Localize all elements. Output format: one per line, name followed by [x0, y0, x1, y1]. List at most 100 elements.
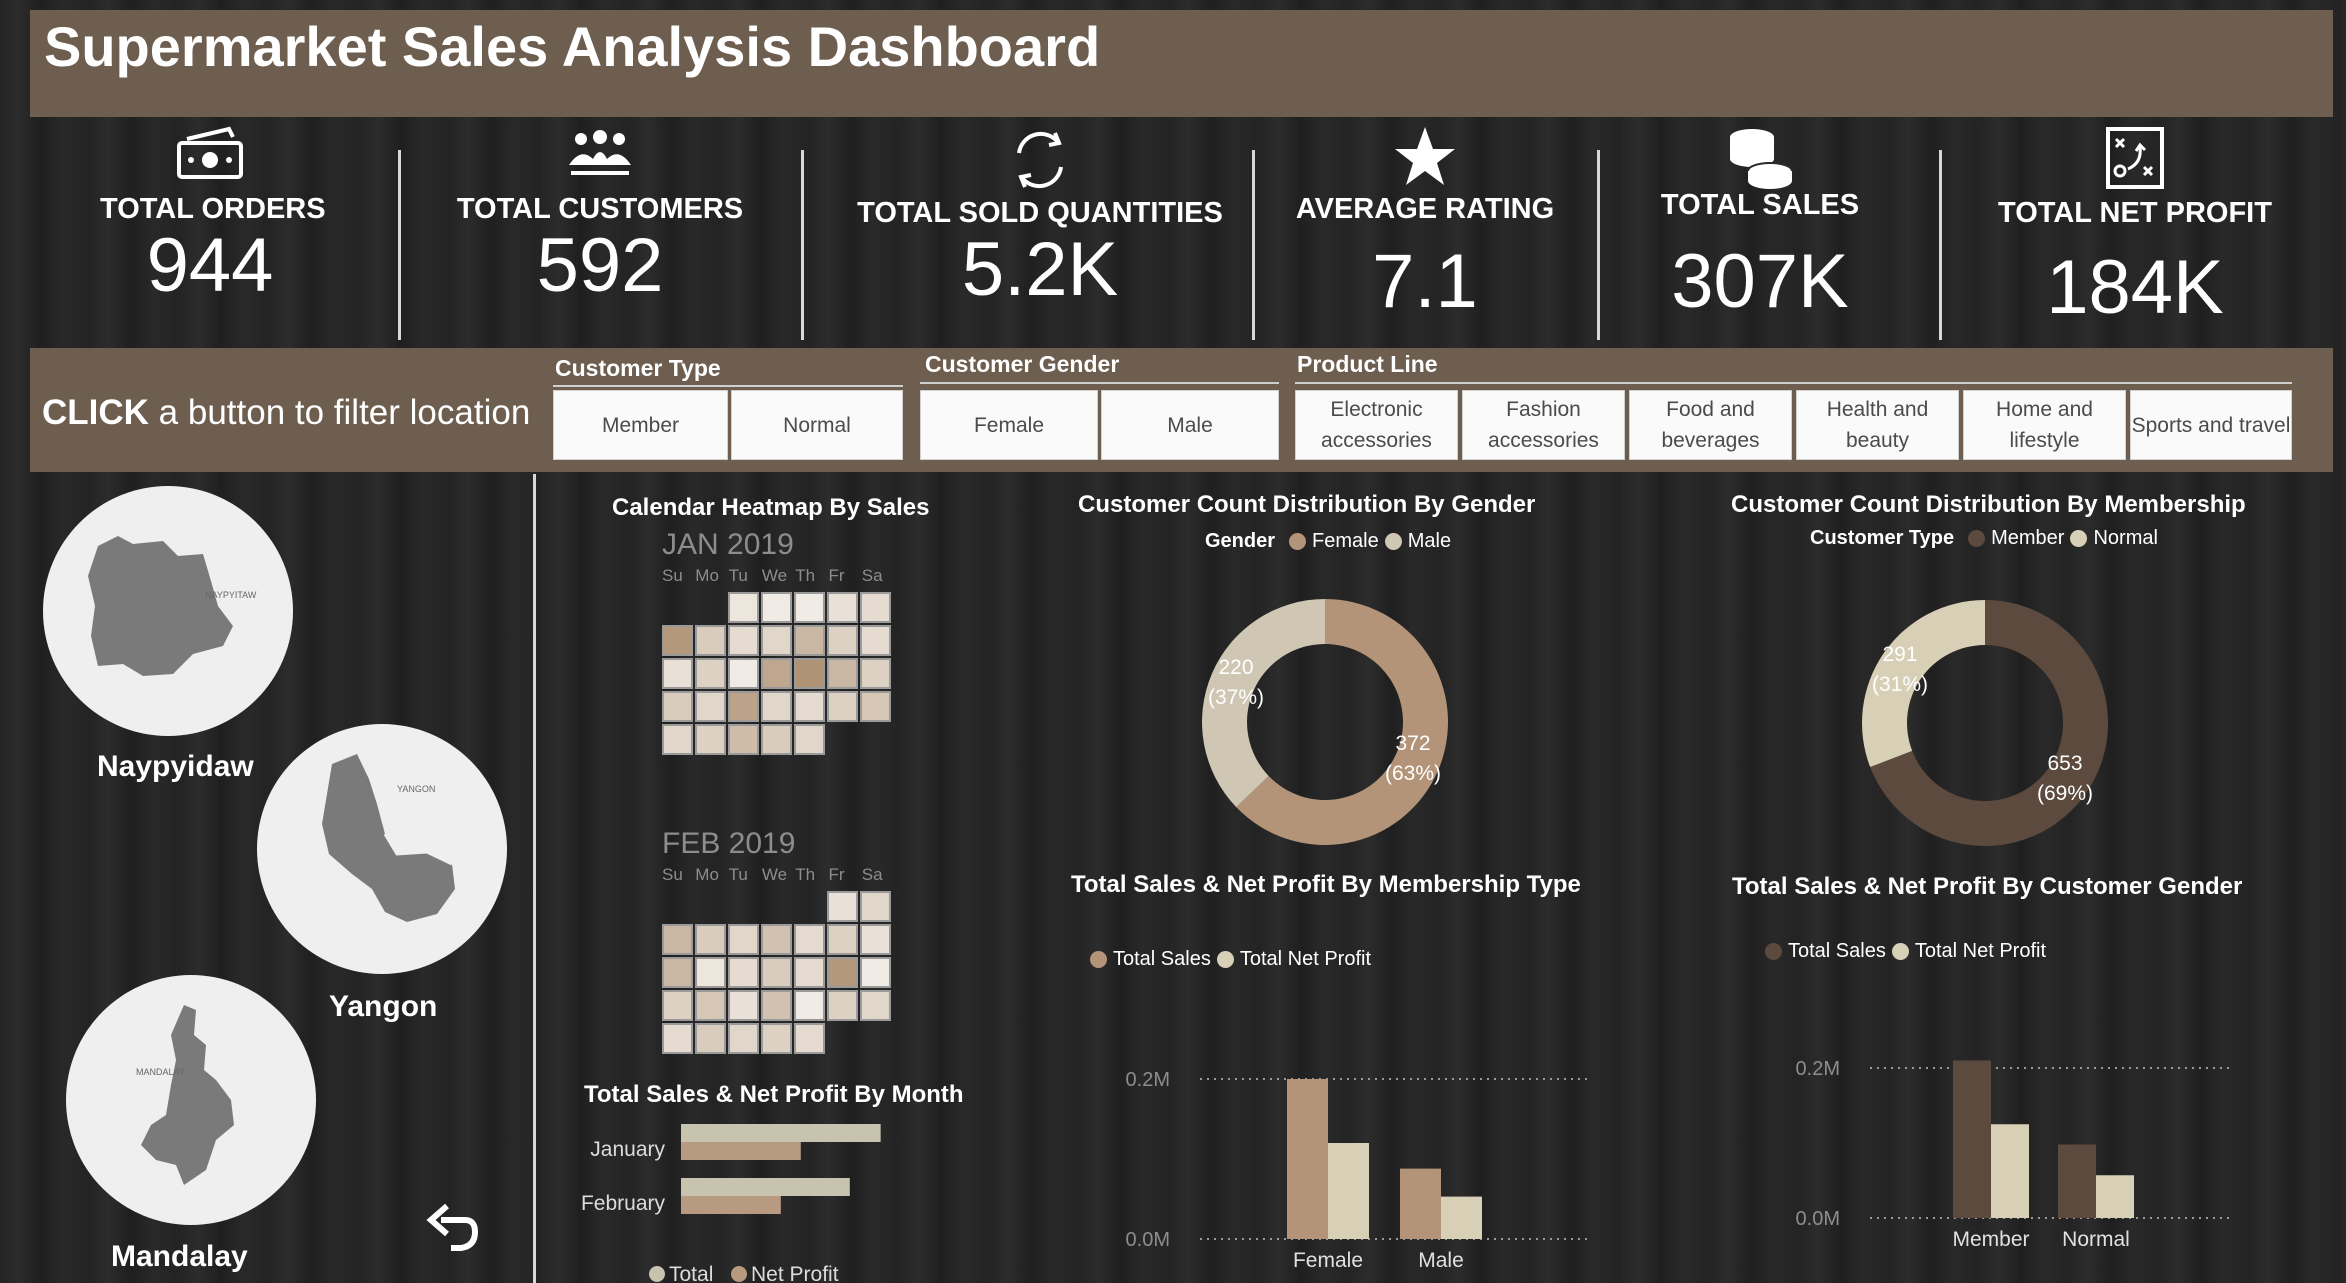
- calendar-day-cell[interactable]: [695, 957, 726, 988]
- calendar-day-cell[interactable]: [860, 691, 891, 722]
- calendar-day-cell[interactable]: [827, 691, 858, 722]
- calendar-day-cell[interactable]: [794, 724, 825, 755]
- calendar-day-cell[interactable]: [761, 957, 792, 988]
- calendar-day-cell[interactable]: [761, 724, 792, 755]
- y-tick-label: 0.0M: [1126, 1229, 1170, 1251]
- calendar-day-cell[interactable]: [794, 691, 825, 722]
- naypyidaw-map-button[interactable]: NAYPYITAW: [43, 486, 293, 736]
- filter-male-button[interactable]: Male: [1101, 390, 1279, 460]
- customer-type-title: Customer Type: [555, 355, 721, 381]
- calendar-day-cell[interactable]: [728, 592, 759, 623]
- bar-member-1[interactable]: [1991, 1124, 2029, 1218]
- bar-february-0[interactable]: [681, 1178, 850, 1196]
- calendar-day-cell[interactable]: [728, 691, 759, 722]
- calendar-day-cell[interactable]: [728, 1023, 759, 1054]
- calendar-day-cell[interactable]: [761, 990, 792, 1021]
- calendar-day-cell[interactable]: [662, 924, 693, 955]
- calendar-day-cell[interactable]: [662, 724, 693, 755]
- dow-label: Mo: [695, 865, 719, 884]
- calendar-day-cell[interactable]: [728, 924, 759, 955]
- calendar-day-cell[interactable]: [794, 1023, 825, 1054]
- calendar-day-cell[interactable]: [860, 592, 891, 623]
- bar-male-1[interactable]: [1441, 1196, 1482, 1239]
- calendar-day-cell[interactable]: [827, 891, 858, 922]
- calendar-day-cell[interactable]: [794, 625, 825, 656]
- calendar-day-cell[interactable]: [728, 658, 759, 689]
- bar-normal-1[interactable]: [2096, 1175, 2134, 1218]
- legend-item: Total Net Profit: [1914, 940, 2047, 962]
- legend-swatch: [1765, 943, 1782, 960]
- calendar-day-cell[interactable]: [695, 724, 726, 755]
- calendar-day-cell[interactable]: [662, 1023, 693, 1054]
- calendar-day-cell[interactable]: [728, 957, 759, 988]
- calendar-day-cell[interactable]: [794, 957, 825, 988]
- calendar-day-cell[interactable]: [695, 658, 726, 689]
- divider: [1252, 150, 1255, 340]
- mandalay-map-button[interactable]: MANDALAY: [66, 975, 316, 1225]
- calendar-day-cell[interactable]: [761, 625, 792, 656]
- bar-normal-0[interactable]: [2058, 1144, 2096, 1219]
- bar-january-1[interactable]: [681, 1142, 801, 1160]
- calendar-day-cell[interactable]: [860, 625, 891, 656]
- filter-member-button[interactable]: Member: [553, 390, 728, 460]
- calendar-day-cell[interactable]: [860, 990, 891, 1021]
- filter-female-button[interactable]: Female: [920, 390, 1098, 460]
- calendar-day-cell[interactable]: [662, 625, 693, 656]
- undo-arrow-icon[interactable]: [425, 1198, 479, 1258]
- calendar-day-cell[interactable]: [695, 990, 726, 1021]
- calendar-day-cell[interactable]: [860, 658, 891, 689]
- bar-female-0[interactable]: [1287, 1079, 1328, 1239]
- legend-item: Net Profit: [751, 1263, 839, 1283]
- calendar-day-cell[interactable]: [794, 990, 825, 1021]
- mandalay-map-icon: [141, 1005, 234, 1185]
- bar-february-1[interactable]: [681, 1196, 781, 1214]
- calendar-day-cell[interactable]: [827, 625, 858, 656]
- filter-food-and-beverages-button[interactable]: Food and beverages: [1629, 390, 1792, 460]
- legend-item: Total Net Profit: [1239, 948, 1372, 970]
- calendar-day-cell[interactable]: [827, 658, 858, 689]
- filter-fashion-accessories-button[interactable]: Fashion accessories: [1462, 390, 1625, 460]
- calendar-day-cell[interactable]: [761, 1023, 792, 1054]
- dow-label: We: [761, 865, 788, 884]
- calendar-day-cell[interactable]: [794, 592, 825, 623]
- calendar-day-cell[interactable]: [860, 891, 891, 922]
- legend-swatch: [731, 1266, 747, 1282]
- calendar-day-cell[interactable]: [728, 990, 759, 1021]
- divider: [398, 150, 401, 340]
- calendar-day-cell[interactable]: [860, 957, 891, 988]
- bar-member-0[interactable]: [1953, 1060, 1991, 1219]
- calendar-day-cell[interactable]: [761, 658, 792, 689]
- calendar-day-cell[interactable]: [695, 1023, 726, 1054]
- calendar-day-cell[interactable]: [827, 924, 858, 955]
- bar-male-0[interactable]: [1400, 1168, 1441, 1239]
- calendar-day-cell[interactable]: [794, 658, 825, 689]
- bar-january-0[interactable]: [681, 1124, 881, 1142]
- bar-female-1[interactable]: [1328, 1143, 1369, 1239]
- calendar-day-cell[interactable]: [695, 691, 726, 722]
- calendar-day-cell[interactable]: [662, 990, 693, 1021]
- calendar-day-cell[interactable]: [728, 625, 759, 656]
- calendar-day-cell[interactable]: [827, 990, 858, 1021]
- calendar-day-cell[interactable]: [761, 592, 792, 623]
- calendar-day-cell[interactable]: [827, 592, 858, 623]
- calendar-day-cell[interactable]: [827, 957, 858, 988]
- calendar-day-cell[interactable]: [695, 625, 726, 656]
- calendar-day-cell[interactable]: [794, 924, 825, 955]
- calendar-day-cell[interactable]: [728, 724, 759, 755]
- filter-health-and-beauty-button[interactable]: Health and beauty: [1796, 390, 1959, 460]
- month-chart-title: Total Sales & Net Profit By Month: [584, 1081, 964, 1108]
- filter-electronic-accessories-button[interactable]: Electronic accessories: [1295, 390, 1458, 460]
- instruction-text: a button to filter location: [148, 393, 531, 432]
- calendar-day-cell[interactable]: [662, 658, 693, 689]
- filter-normal-button[interactable]: Normal: [731, 390, 903, 460]
- calendar-day-cell[interactable]: [761, 691, 792, 722]
- yangon-map-button[interactable]: YANGON: [257, 724, 507, 974]
- calendar-day-cell[interactable]: [662, 691, 693, 722]
- calendar-day-cell[interactable]: [695, 924, 726, 955]
- calendar-day-cell[interactable]: [860, 924, 891, 955]
- calendar-day-cell[interactable]: [761, 924, 792, 955]
- calendar-day-cell[interactable]: [662, 957, 693, 988]
- gender-bar-legend: Total Sales Total Net Profit: [1765, 940, 2046, 963]
- filter-sports-and-travel-button[interactable]: Sports and travel: [2130, 390, 2292, 460]
- filter-home-and-lifestyle-button[interactable]: Home and lifestyle: [1963, 390, 2126, 460]
